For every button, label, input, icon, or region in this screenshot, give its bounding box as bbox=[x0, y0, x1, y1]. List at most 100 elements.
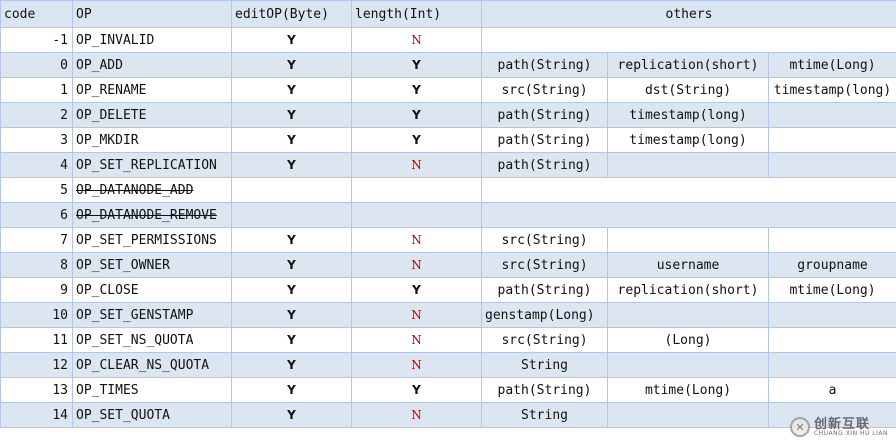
op-cell: OP_DATANODE_ADD bbox=[72, 177, 232, 203]
table-row: 14 OP_SET_QUOTA Y N String bbox=[0, 402, 896, 428]
others-cell bbox=[767, 227, 896, 253]
others-cell bbox=[767, 102, 896, 128]
watermark: ✕ 创新互联 CHUANG XIN HU LIAN bbox=[789, 417, 888, 437]
others-cell: src(String) bbox=[481, 327, 608, 353]
op-name: OP_ADD bbox=[76, 57, 123, 73]
length-cell: N bbox=[351, 402, 482, 428]
op-name: OP_INVALID bbox=[76, 32, 155, 48]
code-cell: 1 bbox=[0, 77, 73, 103]
table-row: 11 OP_SET_NS_QUOTA Y Nsrc(String) (Long) bbox=[0, 327, 896, 353]
length-cell: N bbox=[351, 227, 482, 253]
others-cell bbox=[607, 402, 769, 428]
others-cell: replication(short) bbox=[607, 52, 769, 78]
length-cell: Y bbox=[351, 277, 482, 303]
length-cell: N bbox=[351, 352, 482, 378]
watermark-subtext: CHUANG XIN HU LIAN bbox=[813, 429, 888, 437]
op-name: OP_CLOSE bbox=[76, 282, 139, 298]
header-row: code OP editOP(Byte) length(Int) others bbox=[0, 0, 896, 28]
others-cell: username bbox=[607, 252, 769, 278]
op-name: OP_SET_REPLICATION bbox=[76, 157, 217, 173]
op-cell: OP_SET_OWNER bbox=[72, 252, 232, 278]
table-row: 13 OP_TIMES Y Ypath(String) mtime(Long) a bbox=[0, 377, 896, 403]
others-cell: timestamp(long) bbox=[607, 102, 769, 128]
op-cell: OP_ADD bbox=[72, 52, 232, 78]
others-cell-merged bbox=[480, 177, 896, 203]
op-name: OP_DATANODE_REMOVE bbox=[76, 207, 217, 223]
others-cell: src(String) bbox=[481, 227, 608, 253]
others-cell bbox=[767, 327, 896, 353]
length-cell: Y bbox=[351, 52, 482, 78]
editop-cell: Y bbox=[231, 402, 352, 428]
op-cell: OP_CLEAR_NS_QUOTA bbox=[72, 352, 232, 378]
op-cell: OP_SET_REPLICATION bbox=[72, 152, 232, 178]
code-cell: 7 bbox=[0, 227, 73, 253]
op-name: OP_DATANODE_ADD bbox=[76, 182, 194, 198]
length-cell: Y bbox=[351, 377, 482, 403]
others-cell: (Long) bbox=[607, 327, 769, 353]
others-cell: groupname bbox=[767, 252, 896, 278]
code-cell: 14 bbox=[0, 402, 73, 428]
editop-cell: Y bbox=[231, 102, 352, 128]
others-cell: path(String) bbox=[481, 152, 608, 178]
others-cell bbox=[607, 302, 769, 328]
op-cell: OP_SET_PERMISSIONS bbox=[72, 227, 232, 253]
table-row: 12 OP_CLEAR_NS_QUOTA Y N String bbox=[0, 352, 896, 378]
op-cell: OP_RENAME bbox=[72, 77, 232, 103]
editop-cell: Y bbox=[231, 302, 352, 328]
op-cell: OP_DATANODE_REMOVE bbox=[72, 202, 232, 228]
editop-cell: Y bbox=[231, 377, 352, 403]
editop-cell: Y bbox=[231, 127, 352, 153]
others-cell bbox=[767, 302, 896, 328]
code-cell: -1 bbox=[0, 27, 73, 53]
others-cell: dst(String) bbox=[607, 77, 769, 103]
editop-cell bbox=[231, 177, 352, 203]
op-name: OP_SET_QUOTA bbox=[76, 407, 170, 423]
length-cell: N bbox=[351, 152, 482, 178]
op-cell: OP_SET_QUOTA bbox=[72, 402, 232, 428]
code-cell: 10 bbox=[0, 302, 73, 328]
op-name: OP_SET_OWNER bbox=[76, 257, 170, 273]
others-cell: path(String) bbox=[481, 52, 608, 78]
others-cell: mtime(Long) bbox=[607, 377, 769, 403]
table-row: 1 OP_RENAME Y Ysrc(String) dst(String) timest… bbox=[0, 77, 896, 103]
table-row: 0 OP_ADD Y Ypath(String) replication(short) m… bbox=[0, 52, 896, 78]
others-cell: path(String) bbox=[481, 102, 608, 128]
header-others: others bbox=[480, 0, 896, 28]
op-cell: OP_MKDIR bbox=[72, 127, 232, 153]
others-cell bbox=[767, 352, 896, 378]
table-row: 3 OP_MKDIR Y Ypath(String) timestamp(long) bbox=[0, 127, 896, 153]
header-length: length(Int) bbox=[351, 0, 482, 28]
code-cell: 13 bbox=[0, 377, 73, 403]
length-cell bbox=[351, 177, 482, 203]
length-cell: Y bbox=[351, 102, 482, 128]
others-cell: String bbox=[481, 352, 608, 378]
table-row: 2 OP_DELETE Y Ypath(String) timestamp(long) bbox=[0, 102, 896, 128]
editop-cell: Y bbox=[231, 27, 352, 53]
opcode-table: code OP editOP(Byte) length(Int) others … bbox=[0, 0, 896, 428]
others-cell: path(String) bbox=[481, 377, 608, 403]
op-cell: OP_CLOSE bbox=[72, 277, 232, 303]
length-cell: N bbox=[351, 327, 482, 353]
watermark-text-group: 创新互联 CHUANG XIN HU LIAN bbox=[814, 418, 888, 437]
others-cell-merged bbox=[480, 202, 896, 228]
watermark-text: 创新互联 bbox=[813, 416, 870, 432]
others-cell bbox=[607, 227, 769, 253]
header-op: OP bbox=[72, 0, 232, 28]
op-cell: OP_INVALID bbox=[72, 27, 232, 53]
op-name: OP_SET_NS_QUOTA bbox=[76, 332, 194, 348]
table-row: 6 OP_DATANODE_REMOVE bbox=[0, 202, 896, 228]
op-name: OP_RENAME bbox=[76, 82, 147, 98]
op-name: OP_CLEAR_NS_QUOTA bbox=[76, 357, 210, 373]
others-cell: mtime(Long) bbox=[767, 52, 896, 78]
code-cell: 9 bbox=[0, 277, 73, 303]
editop-cell: Y bbox=[231, 52, 352, 78]
header-editop: editOP(Byte) bbox=[231, 0, 352, 28]
op-cell: OP_TIMES bbox=[72, 377, 232, 403]
length-cell: N bbox=[351, 302, 482, 328]
editop-cell bbox=[231, 202, 352, 228]
others-cell: a bbox=[767, 377, 896, 403]
others-cell: replication(short) bbox=[607, 277, 769, 303]
editop-cell: Y bbox=[231, 252, 352, 278]
table-row: 4 OP_SET_REPLICATION Y Npath(String) bbox=[0, 152, 896, 178]
header-code: code bbox=[0, 0, 73, 28]
